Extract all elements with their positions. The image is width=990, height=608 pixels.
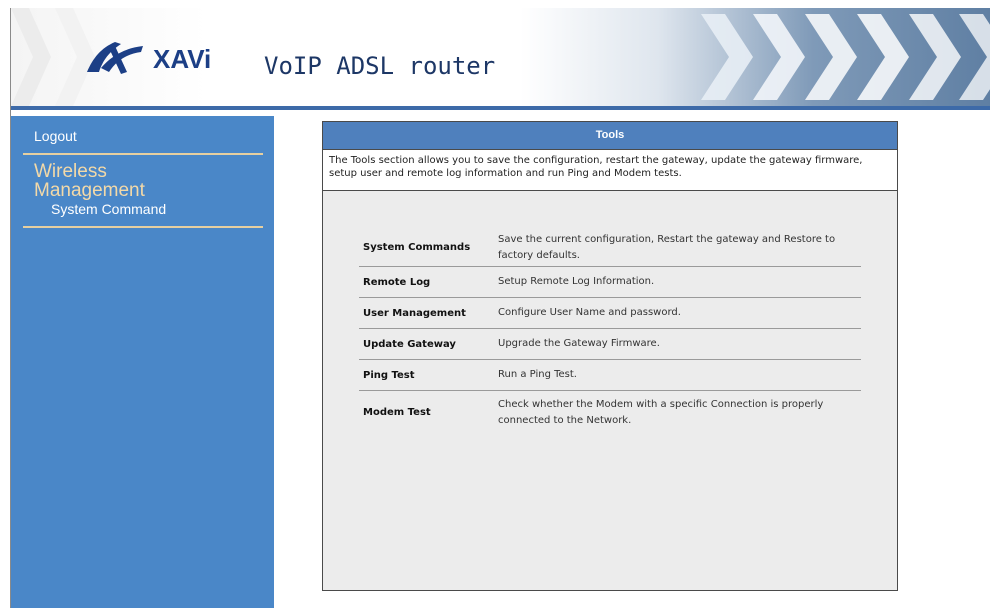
chevron-banner-icon: [701, 14, 990, 100]
window-frame-top: [10, 0, 990, 8]
tool-description: Upgrade the Gateway Firmware.: [498, 338, 660, 349]
tool-description: Setup Remote Log Information.: [498, 276, 655, 287]
sidebar: Logout Wireless Management System Comman…: [11, 116, 274, 608]
table-row: Ping Test Run a Ping Test.: [359, 360, 861, 391]
tool-description: Save the current configuration, Restart …: [498, 234, 836, 261]
tool-description: Run a Ping Test.: [498, 369, 577, 380]
sidebar-divider: [23, 153, 263, 155]
section-title-line2: Management: [34, 180, 145, 201]
tool-description: Check whether the Modem with a specific …: [498, 399, 824, 426]
tool-link-user-management[interactable]: User Management: [363, 308, 466, 319]
tool-link-system-commands[interactable]: System Commands: [363, 242, 470, 253]
panel-description: The Tools section allows you to save the…: [323, 149, 897, 191]
tool-link-remote-log[interactable]: Remote Log: [363, 277, 430, 288]
panel-title: Tools: [323, 122, 897, 149]
tool-link-ping-test[interactable]: Ping Test: [363, 370, 415, 381]
chevron-decoration-icon: [11, 8, 51, 106]
sidebar-section-title: Wireless Management: [34, 162, 145, 200]
table-row: Remote Log Setup Remote Log Information.: [359, 267, 861, 298]
tool-description: Configure User Name and password.: [498, 307, 681, 318]
tool-link-modem-test[interactable]: Modem Test: [363, 407, 431, 418]
sidebar-item-system-command[interactable]: System Command: [51, 201, 166, 217]
page-header: XAVi VoIP ADSL router: [11, 8, 990, 110]
sidebar-divider: [23, 226, 263, 228]
tools-table: System Commands Save the current configu…: [359, 228, 861, 435]
tool-link-update-gateway[interactable]: Update Gateway: [363, 339, 456, 350]
table-row: Modem Test Check whether the Modem with …: [359, 391, 861, 435]
logout-link[interactable]: Logout: [34, 128, 77, 144]
brand-name: XAVi: [153, 44, 212, 74]
table-row: Update Gateway Upgrade the Gateway Firmw…: [359, 329, 861, 360]
section-title-line1: Wireless: [34, 161, 107, 182]
window-frame-left: [0, 0, 11, 608]
table-row: User Management Configure User Name and …: [359, 298, 861, 329]
page-title: VoIP ADSL router: [264, 52, 496, 80]
tools-panel: Tools The Tools section allows you to sa…: [322, 121, 898, 591]
table-row: System Commands Save the current configu…: [359, 228, 861, 267]
